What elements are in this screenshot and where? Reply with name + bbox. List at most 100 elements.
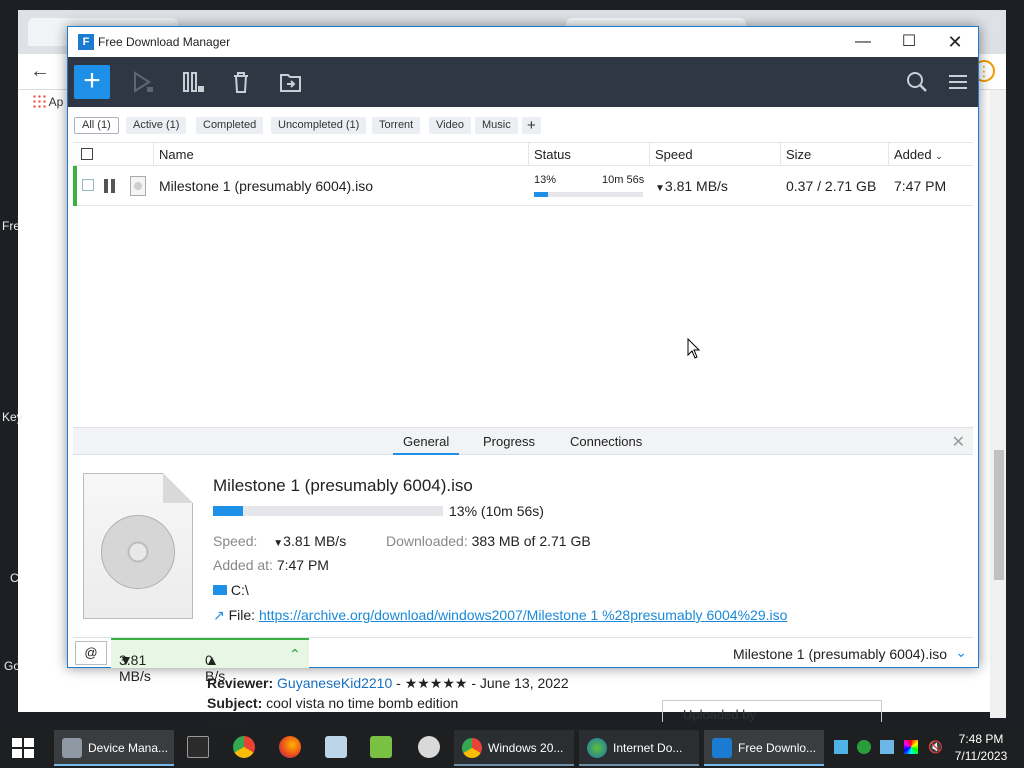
traffic-summary[interactable]: ▼ 3.81 MB/s ▲ 0 B/s ⌃ [111, 638, 309, 684]
title-bar[interactable]: F Free Download Manager — ☐ ✕ [68, 27, 978, 57]
details-panel: Milestone 1 (presumably 6004).iso 13% (1… [73, 455, 973, 630]
minimize-button[interactable]: — [840, 27, 886, 57]
down-arrow-icon: ▼ [655, 183, 665, 194]
speed-label: Speed: [213, 533, 258, 549]
filter-video[interactable]: Video [429, 117, 471, 134]
chrome-icon[interactable] [233, 736, 255, 758]
active-indicator [73, 166, 77, 206]
column-added[interactable]: Added ⌄ [894, 147, 943, 162]
tab-general[interactable]: General [393, 434, 460, 455]
taskbar-device-manager[interactable]: Device Mana... [54, 730, 174, 766]
volume-muted-icon[interactable]: 🔇 [928, 740, 943, 754]
filter-torrent[interactable]: Torrent [372, 117, 421, 134]
fdm-logo-icon: F [78, 34, 94, 50]
filter-uncompleted[interactable]: Uncompleted (1) [271, 117, 367, 134]
main-toolbar: + [68, 57, 978, 107]
row-checkbox[interactable] [82, 179, 94, 191]
details-progress-fill [213, 506, 243, 516]
download-progress-fill [534, 192, 549, 197]
speed-value: 3.81 MB/s [283, 533, 347, 549]
window-title: Free Download Manager [98, 35, 231, 49]
uploaded-by-label: Uploaded by [683, 707, 756, 722]
windows-start-icon[interactable] [12, 738, 34, 758]
column-speed[interactable]: Speed [655, 147, 693, 162]
maximize-button[interactable]: ☐ [886, 27, 932, 57]
details-speed-row: Speed: ▼3.81 MB/s [213, 533, 346, 549]
filter-all[interactable]: All (1) [74, 117, 119, 134]
download-percent: 13% [534, 174, 557, 186]
external-link-icon[interactable]: ↗ [213, 607, 225, 623]
download-speed: ▼3.81 MB/s [655, 178, 728, 194]
tray-fdm-icon[interactable] [857, 740, 871, 754]
select-all-checkbox[interactable] [81, 148, 93, 160]
device-manager-icon [62, 738, 82, 758]
cmd-icon[interactable] [187, 736, 209, 758]
file-url-link[interactable]: https://archive.org/download/windows2007… [259, 607, 787, 623]
uploaded-by-card: Uploaded by [662, 700, 882, 722]
filter-completed[interactable]: Completed [196, 117, 264, 134]
chevron-down-icon[interactable]: ⌄ [955, 644, 967, 661]
subject-text: cool vista no time bomb edition [266, 695, 459, 711]
details-tab-bar: General Progress Connections ✕ [73, 427, 973, 455]
speed-limit-snail-icon[interactable]: @ [75, 641, 107, 665]
trash-icon[interactable] [228, 70, 254, 94]
download-eta: 10m 56s [602, 174, 645, 186]
notepad-icon[interactable] [325, 736, 347, 758]
column-status[interactable]: Status [534, 147, 571, 162]
column-size[interactable]: Size [786, 147, 811, 162]
filter-active[interactable]: Active (1) [126, 117, 187, 134]
tray-app-icon[interactable] [834, 740, 848, 754]
paint-icon[interactable] [418, 736, 440, 758]
details-percent-eta: 13% (10m 56s) [449, 503, 544, 519]
notepadpp-icon[interactable] [370, 736, 392, 758]
add-download-button[interactable]: + [74, 65, 110, 99]
subject-label: Subject: [207, 695, 263, 711]
down-arrow-icon: ▼ [273, 538, 284, 549]
taskbar-internet-download[interactable]: Internet Do... [579, 730, 699, 766]
filter-music[interactable]: Music [475, 117, 518, 134]
back-arrow-icon[interactable]: ← [30, 60, 50, 83]
folder-path[interactable]: C:\ [231, 582, 249, 598]
tab-connections[interactable]: Connections [570, 434, 642, 449]
search-icon[interactable] [904, 70, 930, 94]
close-button[interactable]: ✕ [932, 27, 978, 57]
task-label: Free Downlo... [738, 741, 817, 755]
move-to-folder-icon[interactable] [278, 70, 304, 94]
browser-scrollbar-thumb[interactable] [994, 450, 1004, 580]
review-block: Reviewer: GuyaneseKid2210 - ★★★★★ - June… [207, 673, 569, 733]
status-bar: @ ▼ 3.81 MB/s ▲ 0 B/s ⌃ Milestone 1 (presu… [73, 637, 973, 684]
table-row[interactable]: Milestone 1 (presumably 6004).iso 13% 10… [73, 166, 973, 206]
details-folder-row[interactable]: C:\ [213, 582, 249, 598]
download-added-time: 7:47 PM [894, 178, 947, 194]
added-value: 7:47 PM [276, 557, 329, 573]
download-list-header: Name Status Speed Size Added ⌄ [73, 142, 973, 166]
windows-taskbar: Device Mana... Windows 20... Internet Do… [0, 728, 1024, 768]
details-progress-bar [213, 506, 443, 516]
pause-all-icon[interactable] [181, 70, 207, 94]
task-label: Device Mana... [88, 741, 169, 755]
downloaded-value: 383 MB of 2.71 GB [471, 533, 591, 549]
filter-bar: All (1) Active (1) Completed Uncompleted… [68, 107, 978, 141]
resume-icon[interactable] [131, 70, 157, 94]
taskbar-chrome-window[interactable]: Windows 20... [454, 730, 574, 766]
iso-file-icon [130, 176, 146, 196]
downloaded-label: Downloaded: [386, 533, 468, 549]
taskbar-free-download-manager[interactable]: Free Downlo... [704, 730, 824, 766]
apps-bookmark[interactable]: Ap [32, 94, 63, 109]
total-upload-speed-value: 0 B/s [205, 652, 226, 684]
tab-progress[interactable]: Progress [483, 434, 535, 449]
download-name: Milestone 1 (presumably 6004).iso [159, 178, 373, 194]
chevron-up-icon[interactable]: ⌃ [289, 646, 301, 663]
menu-icon[interactable] [945, 70, 971, 94]
tray-network-icon[interactable] [880, 740, 894, 754]
add-filter-button[interactable]: + [522, 117, 541, 134]
pause-icon[interactable] [104, 179, 115, 193]
tray-color-icon[interactable] [904, 740, 918, 754]
system-clock[interactable]: 7:48 PM 7/11/2023 [950, 731, 1012, 765]
close-details-icon[interactable]: ✕ [952, 432, 965, 452]
reviewer-name-link[interactable]: GuyaneseKid2210 [277, 675, 392, 691]
firefox-icon[interactable] [279, 736, 301, 758]
browser-scrollbar[interactable] [990, 90, 1006, 718]
column-name[interactable]: Name [159, 147, 194, 162]
file-label: File: [228, 607, 256, 623]
